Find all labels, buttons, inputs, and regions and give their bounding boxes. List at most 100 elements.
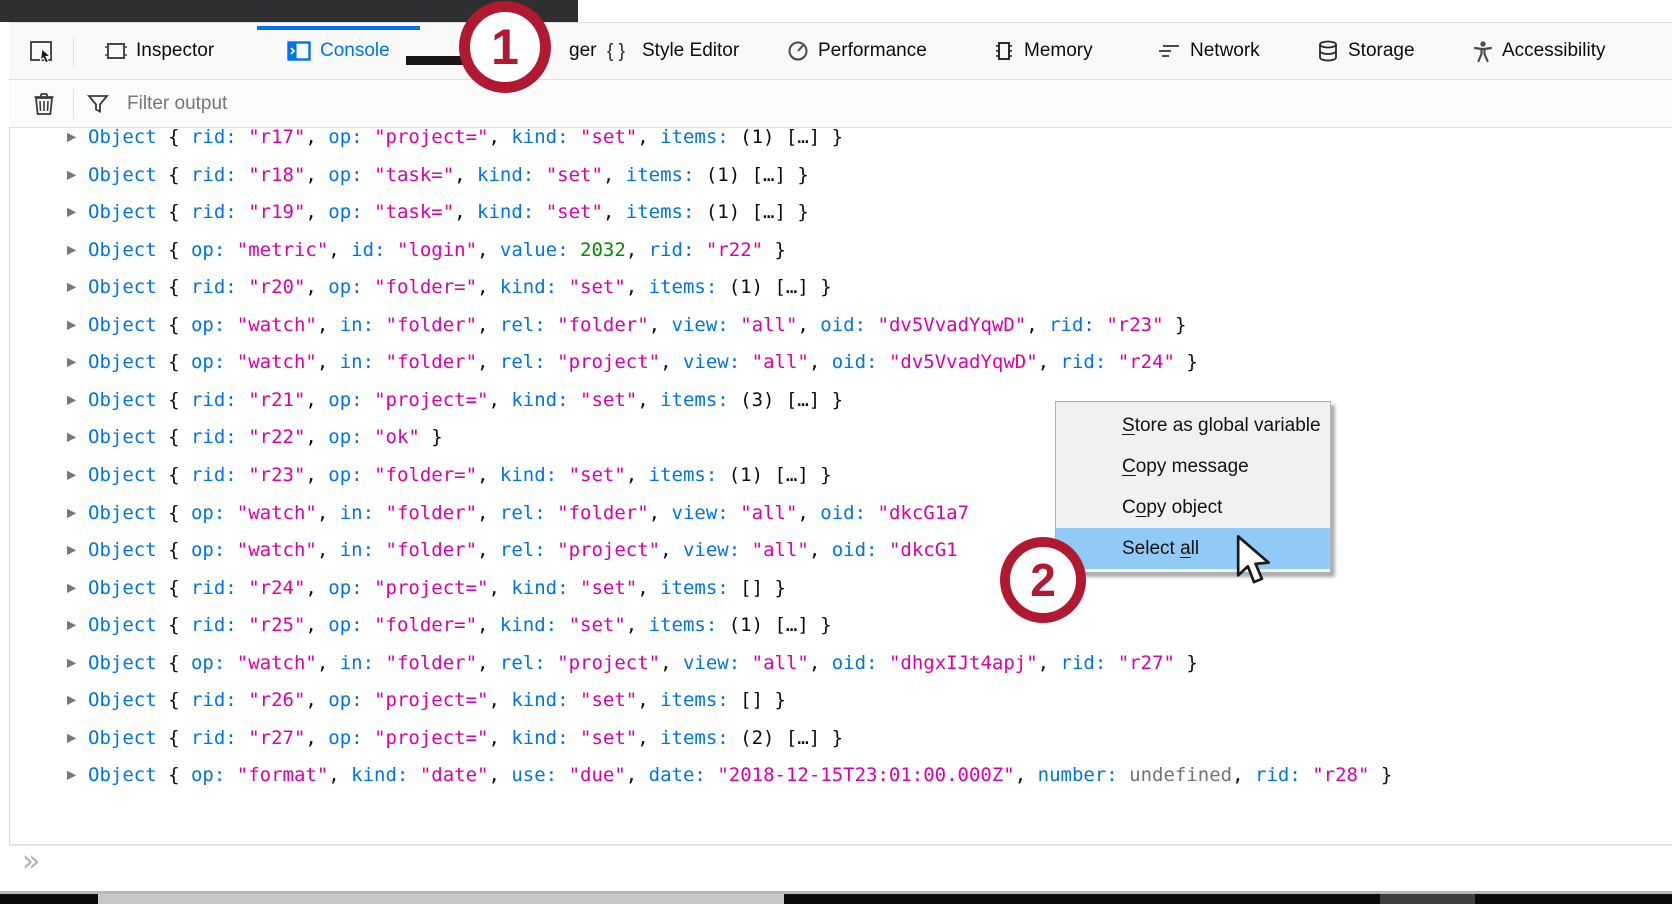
tab-label: Memory — [1024, 40, 1093, 62]
memory-icon — [993, 40, 1015, 62]
expand-arrow-icon[interactable]: ▶ — [67, 130, 76, 144]
storage-icon — [1317, 40, 1339, 62]
toolbar-separator — [73, 89, 74, 119]
menu-item-select-all[interactable]: Select all — [1056, 528, 1330, 569]
console-log-row[interactable]: ▶ Object { rid: "r17", op: "project=", ki… — [10, 129, 1672, 156]
tab-label: Inspector — [136, 40, 214, 62]
log-message: Object { rid: "r20", op: "folder=", kind… — [88, 268, 832, 306]
console-log-row[interactable]: ▶ Object { op: "watch", in: "folder", rel… — [10, 494, 1672, 532]
log-message: Object { rid: "r25", op: "folder=", kind… — [88, 606, 832, 644]
menu-item-store-as-global-variable[interactable]: Store as global variable — [1056, 405, 1330, 446]
tab-inspector[interactable]: Inspector — [93, 23, 226, 79]
inspector-icon — [105, 41, 127, 61]
expand-arrow-icon[interactable]: ▶ — [67, 618, 76, 632]
tab-memory[interactable]: Memory — [981, 23, 1105, 79]
expand-arrow-icon[interactable]: ▶ — [67, 242, 76, 256]
log-message: Object { rid: "r22", op: "ok" } — [88, 418, 443, 456]
log-message: Object { op: "watch", in: "folder", rel:… — [88, 494, 969, 532]
network-icon — [1157, 41, 1181, 61]
tab-label: ger — [569, 40, 596, 62]
expand-arrow-icon[interactable]: ▶ — [67, 693, 76, 707]
log-message: Object { op: "watch", in: "folder", rel:… — [88, 644, 1198, 682]
console-log-row[interactable]: ▶ Object { op: "format", kind: "date", us… — [10, 756, 1672, 794]
filter-output-input[interactable]: Filter output — [87, 80, 227, 127]
console-log-row[interactable]: ▶ Object { rid: "r20", op: "folder=", kin… — [10, 268, 1672, 306]
console-log-row[interactable]: ▶ Object { rid: "r19", op: "task=", kind:… — [10, 193, 1672, 231]
svg-text:{ }: { } — [607, 41, 625, 62]
expand-arrow-icon[interactable]: ▶ — [67, 430, 76, 444]
tab-label: Console — [320, 40, 390, 62]
expand-arrow-icon[interactable]: ▶ — [67, 655, 76, 669]
active-tab-indicator — [257, 26, 420, 30]
menu-item-copy-object[interactable]: Copy object — [1056, 487, 1330, 528]
expand-arrow-icon[interactable]: ▶ — [67, 731, 76, 745]
console-log-row[interactable]: ▶Object { op: "watch", in: "folder", rel… — [10, 343, 1672, 381]
tab-storage[interactable]: Storage — [1305, 23, 1427, 79]
context-menu: Store as global variableCopy messageCopy… — [1055, 401, 1331, 573]
tab-label: Accessibility — [1502, 40, 1605, 62]
console-input[interactable]: » — [9, 846, 1672, 891]
taskbar-segment — [0, 894, 98, 904]
expand-arrow-icon[interactable]: ▶ — [67, 167, 76, 181]
log-message: Object { rid: "r18", op: "task=", kind: … — [88, 156, 809, 194]
annotation-connector-line — [406, 56, 464, 65]
log-message: Object { op: "format", kind: "date", use… — [88, 756, 1392, 794]
pick-element-button[interactable] — [23, 35, 61, 69]
clear-console-button[interactable] — [29, 89, 59, 119]
log-message: Object { op: "watch", in: "folder", rel:… — [88, 531, 958, 569]
console-log-row[interactable]: ▶ Object { rid: "r24", op: "project=", ki… — [10, 569, 1672, 607]
toolbar-separator — [73, 37, 74, 67]
log-message: Object { rid: "r17", op: "project=", kin… — [88, 129, 843, 156]
tab-style-editor[interactable]: { } Style Editor — [595, 23, 751, 79]
tab-label: Style Editor — [642, 40, 739, 62]
expand-arrow-icon[interactable]: ▶ — [67, 768, 76, 782]
log-message: Object { op: "metric", id: "login", valu… — [88, 231, 786, 269]
console-log-row[interactable]: ▶ Object { rid: "r22", op: "ok" } — [10, 418, 1672, 456]
badge-number: 1 — [491, 18, 519, 76]
devtools-toolbar: Inspector Console ger { } Style Editor Perfor… — [9, 22, 1672, 80]
taskbar-segment — [1475, 894, 1672, 904]
log-message: Object { rid: "r19", op: "task=", kind: … — [88, 193, 809, 231]
expand-arrow-icon[interactable]: ▶ — [67, 205, 76, 219]
console-filter-bar: Filter output — [9, 80, 1672, 128]
log-message: Object { rid: "r24", op: "project=", kin… — [88, 569, 786, 607]
console-log-row[interactable]: ▶Object { rid: "r21", op: "project=", ki… — [10, 381, 1672, 419]
expand-arrow-icon[interactable]: ▶ — [67, 505, 76, 519]
console-log-row[interactable]: ▶Object { rid: "r23", op: "folder=", kin… — [10, 456, 1672, 494]
tab-accessibility[interactable]: Accessibility — [1461, 23, 1617, 79]
taskbar-segment — [784, 894, 1380, 904]
trash-icon — [33, 92, 55, 116]
expand-arrow-icon[interactable]: ▶ — [67, 355, 76, 369]
expand-arrow-icon[interactable]: ▶ — [67, 280, 76, 294]
performance-icon — [787, 40, 809, 62]
console-log-row[interactable]: ▶ Object { op: "watch", in: "folder", rel… — [10, 531, 1672, 569]
annotation-badge-1: 1 — [459, 1, 551, 93]
console-output[interactable]: ▶ Object { rid: "r17", op: "project=", ki… — [10, 129, 1672, 843]
background-page-strip — [0, 22, 9, 891]
console-log-row[interactable]: ▶ Object { rid: "r18", op: "task=", kind:… — [10, 156, 1672, 194]
expand-arrow-icon[interactable]: ▶ — [67, 393, 76, 407]
expand-arrow-icon[interactable]: ▶ — [67, 543, 76, 557]
expand-arrow-icon[interactable]: ▶ — [67, 468, 76, 482]
menu-item-copy-message[interactable]: Copy message — [1056, 446, 1330, 487]
console-log-row[interactable]: ▶ Object { op: "watch", in: "folder", rel… — [10, 644, 1672, 682]
pick-element-icon — [29, 40, 55, 64]
accessibility-icon — [1473, 40, 1493, 62]
console-log-row[interactable]: ▶ Object { op: "metric", id: "login", val… — [10, 231, 1672, 269]
console-log-row[interactable]: ▶Object { rid: "r27", op: "project=", ki… — [10, 719, 1672, 757]
log-message: Object { op: "watch", in: "folder", rel:… — [88, 306, 1186, 344]
expand-arrow-icon[interactable]: ▶ — [67, 580, 76, 594]
filter-icon — [87, 93, 109, 115]
taskbar-strip — [0, 894, 1672, 904]
style-editor-icon: { } — [607, 40, 633, 62]
annotation-badge-2: 2 — [1000, 537, 1086, 623]
console-log-row[interactable]: ▶ Object { rid: "r25", op: "folder=", kin… — [10, 606, 1672, 644]
tab-label: Performance — [818, 40, 927, 62]
tab-network[interactable]: Network — [1145, 23, 1272, 79]
expand-arrow-icon[interactable]: ▶ — [67, 317, 76, 331]
console-log-row[interactable]: ▶ Object { op: "watch", in: "folder", rel… — [10, 306, 1672, 344]
tab-console[interactable]: Console — [257, 23, 420, 79]
console-log-row[interactable]: ▶Object { rid: "r26", op: "project=", ki… — [10, 681, 1672, 719]
taskbar-segment — [1380, 894, 1475, 904]
tab-performance[interactable]: Performance — [775, 23, 939, 79]
